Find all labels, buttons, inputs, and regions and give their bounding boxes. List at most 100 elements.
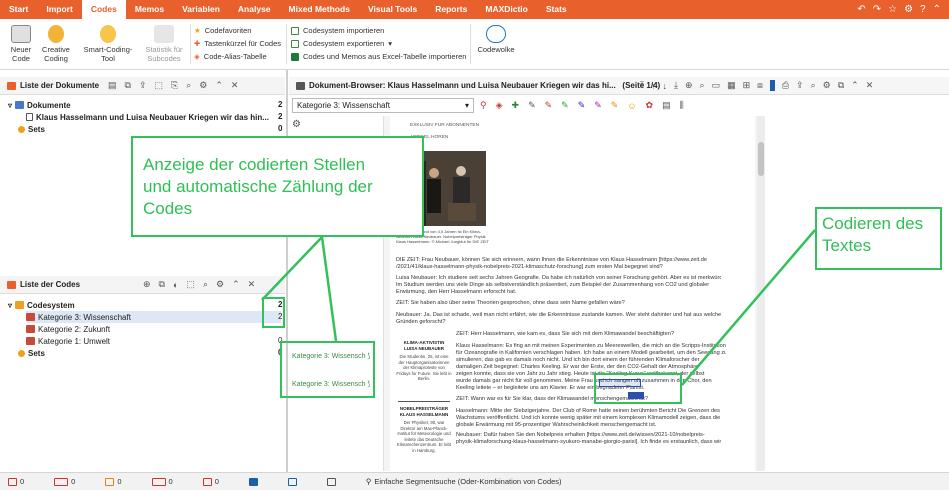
creative-coding-icon bbox=[48, 25, 64, 43]
collapse-ribbon-icon[interactable]: ⌃ bbox=[933, 4, 941, 15]
status-page bbox=[326, 477, 336, 486]
doc-text-line: damaligen Zeit begegnet: Charles Keeling… bbox=[456, 364, 699, 370]
code-close-icon[interactable]: ✕ bbox=[248, 279, 256, 290]
top-icon[interactable]: ⤒ bbox=[640, 80, 644, 91]
code-marker-icon[interactable]: ⚲ bbox=[480, 100, 487, 111]
browser-gear-icon[interactable]: ⚙ bbox=[823, 80, 831, 91]
down-icon[interactable]: ↓ bbox=[662, 81, 667, 91]
zoom-in-icon[interactable]: ⊕ bbox=[685, 80, 693, 91]
zoom-search-icon[interactable]: ⌕ bbox=[700, 80, 705, 91]
export-browser-icon[interactable]: ⇪ bbox=[796, 80, 804, 91]
emoticon-icon[interactable]: ☺ bbox=[627, 101, 636, 111]
star-icon[interactable]: ☆ bbox=[888, 4, 897, 15]
code-select[interactable]: Kategorie 3: Wissenschaft ▾ bbox=[292, 98, 474, 113]
stripes-settings-icon[interactable]: ⚙ bbox=[292, 119, 301, 130]
gear-icon[interactable]: ⚙ bbox=[199, 80, 207, 91]
code-cloud-button[interactable]: Codewolke bbox=[474, 25, 518, 54]
code-gear-icon[interactable]: ⚙ bbox=[216, 279, 224, 290]
code-color-icon[interactable]: ◐ bbox=[173, 280, 178, 290]
code-favorite-icon[interactable]: ◈ bbox=[496, 100, 503, 111]
segments-status-icon bbox=[151, 477, 166, 486]
import-document-icon[interactable]: ⇪ bbox=[139, 80, 147, 91]
code-stripes-icon[interactable]: ⫼ bbox=[680, 100, 684, 111]
code-item[interactable]: Kategorie 3: Wissenschaft bbox=[26, 311, 281, 323]
highlighter-red-icon[interactable]: ✎ bbox=[545, 100, 553, 111]
link-icon[interactable]: ⎘ bbox=[171, 80, 178, 91]
doc-listen[interactable]: ARTIKEL HÖREN bbox=[410, 135, 735, 141]
code-tag-icon[interactable]: ⬚ bbox=[186, 279, 195, 290]
doc-text-line: Klaus Hasselmann: Es fing an mit meinen … bbox=[456, 343, 726, 349]
menu-variablen[interactable]: Variablen bbox=[173, 0, 229, 19]
expand-icon[interactable]: ▿ bbox=[8, 101, 12, 110]
menu-analyse[interactable]: Analyse bbox=[229, 0, 280, 19]
document-sets[interactable]: Sets bbox=[18, 123, 45, 135]
menu-reports[interactable]: Reports bbox=[426, 0, 476, 19]
print-icon[interactable]: ⎙ bbox=[782, 80, 789, 91]
code-sets[interactable]: Sets bbox=[18, 347, 45, 359]
copy-icon[interactable]: ⧉ bbox=[125, 80, 131, 91]
import-excel-button[interactable]: Codes und Memos aus Excel-Tabelle import… bbox=[291, 51, 466, 62]
in-vivo-icon[interactable]: ✎ bbox=[528, 100, 536, 111]
redo-icon[interactable]: ↷ bbox=[873, 4, 881, 15]
documents-root[interactable]: ▿ Dokumente bbox=[8, 99, 71, 111]
creative-coding-button[interactable]: Creative Coding bbox=[40, 25, 72, 63]
bottom-icon[interactable]: ⤓ bbox=[674, 80, 678, 91]
annotation-text-left: Anzeige der codierten Stellen und automa… bbox=[143, 155, 373, 218]
vertical-scrollbar[interactable] bbox=[757, 116, 765, 471]
settings-icon[interactable]: ⚙ bbox=[904, 4, 913, 15]
browser-close-icon[interactable]: ✕ bbox=[866, 80, 874, 91]
smart-coding-tool-button[interactable]: Smart-Coding- Tool bbox=[82, 25, 134, 63]
new-code-small-icon[interactable]: ⊕ bbox=[143, 279, 151, 290]
menu-memos[interactable]: Memos bbox=[126, 0, 173, 19]
page-icon[interactable]: ▭ bbox=[712, 80, 721, 91]
close-icon[interactable]: ✕ bbox=[231, 80, 239, 91]
memo-icon[interactable]: ▤ bbox=[662, 100, 671, 111]
symbol-icon[interactable]: ✿ bbox=[646, 100, 654, 111]
menu-start[interactable]: Start bbox=[0, 0, 37, 19]
status-weight-count: 0 bbox=[214, 477, 219, 486]
panel-splitter[interactable] bbox=[286, 70, 288, 472]
search-icon[interactable]: ⌕ bbox=[186, 80, 191, 91]
highlighter-purple-icon[interactable]: ✎ bbox=[594, 100, 602, 111]
browser-detach-icon[interactable]: ⧉ bbox=[838, 80, 844, 91]
column-icon[interactable]: ▮ bbox=[769, 80, 775, 91]
layout-icon[interactable]: ⊞ bbox=[743, 80, 751, 91]
scrollbar-thumb[interactable] bbox=[758, 142, 764, 176]
menu-codes[interactable]: Codes bbox=[81, 0, 126, 19]
code-item[interactable]: Kategorie 1: Umwelt bbox=[26, 335, 110, 347]
highlighter-orange-icon[interactable]: ✎ bbox=[611, 100, 619, 111]
code-alias-table-button[interactable]: ◈ Code-Alias-Tabelle bbox=[194, 51, 267, 62]
grid-icon[interactable]: ▦ bbox=[727, 80, 736, 91]
menu-maxdictio[interactable]: MAXDictio bbox=[476, 0, 537, 19]
code-favorites-button[interactable]: ★ Codefavoriten bbox=[194, 25, 251, 36]
highlighter-green-icon[interactable]: ✎ bbox=[561, 100, 569, 111]
menu-stats[interactable]: Stats bbox=[537, 0, 576, 19]
split-icon[interactable]: ⧈ bbox=[757, 80, 763, 91]
tag-doc-icon[interactable]: ⬚ bbox=[155, 80, 164, 91]
menu-import[interactable]: Import bbox=[37, 0, 81, 19]
document-item[interactable]: Klaus Hasselmann und Luisa Neubauer Krie… bbox=[26, 111, 269, 123]
code-shortcuts-button[interactable]: ✚ Tastenkürzel für Codes bbox=[194, 38, 281, 49]
up-icon[interactable]: ↑ bbox=[651, 81, 656, 91]
help-icon[interactable]: ? bbox=[920, 4, 926, 15]
highlighter-blue-icon[interactable]: ✎ bbox=[578, 100, 586, 111]
menu-mixed-methods[interactable]: Mixed Methods bbox=[280, 0, 359, 19]
menu-visual-tools[interactable]: Visual Tools bbox=[359, 0, 426, 19]
browser-minimize-icon[interactable]: ⌃ bbox=[851, 80, 859, 91]
code-minimize-icon[interactable]: ⌃ bbox=[232, 279, 240, 290]
codesystem-root[interactable]: ▿ Codesystem bbox=[8, 299, 75, 311]
undo-icon[interactable]: ↶ bbox=[857, 4, 865, 15]
export-codesystem-button[interactable]: Codesystem exportieren ▾ bbox=[291, 38, 392, 49]
subcode-statistics-button[interactable]: Statistik für Subcodes bbox=[140, 25, 188, 63]
code-search-icon[interactable]: ⌕ bbox=[203, 279, 208, 290]
code-copy-icon[interactable]: ⧉ bbox=[159, 279, 165, 290]
minimize-icon[interactable]: ⌃ bbox=[215, 80, 223, 91]
segment-search-mode[interactable]: ⚲ Einfache Segmentsuche (Oder-Kombinatio… bbox=[366, 477, 562, 486]
new-code-button[interactable]: Neuer Code bbox=[6, 25, 36, 63]
code-item[interactable]: Kategorie 2: Zukunft bbox=[26, 323, 110, 335]
browser-search-icon[interactable]: ⌕ bbox=[811, 80, 816, 91]
expand-icon[interactable]: ▿ bbox=[8, 301, 12, 310]
code-with-new-icon[interactable]: ✚ bbox=[512, 100, 520, 111]
new-document-icon[interactable]: ▤ bbox=[108, 80, 117, 91]
import-codesystem-button[interactable]: Codesystem importieren bbox=[291, 25, 384, 36]
